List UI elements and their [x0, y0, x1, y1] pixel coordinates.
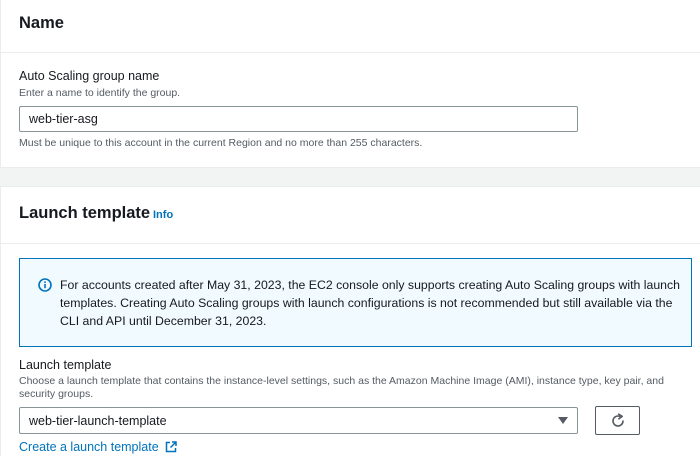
launch-template-label: Launch template	[19, 358, 112, 372]
asg-name-constraint: Must be unique to this account in the cu…	[19, 137, 423, 149]
create-launch-template-label: Create a launch template	[19, 440, 159, 454]
launch-template-select[interactable]: web-tier-launch-template	[19, 407, 578, 434]
refresh-button[interactable]	[595, 406, 640, 435]
external-link-icon	[165, 441, 177, 453]
launch-template-panel-header: Launch template Info	[1, 187, 700, 244]
asg-name-description: Enter a name to identify the group.	[19, 87, 181, 99]
launch-template-selected-value: web-tier-launch-template	[29, 414, 167, 428]
info-alert: For accounts created after May 31, 2023,…	[19, 258, 692, 347]
name-panel: Name Auto Scaling group name Enter a nam…	[0, 0, 700, 168]
name-section-title: Name	[19, 14, 64, 32]
refresh-icon	[612, 413, 624, 427]
launch-template-description: Choose a launch template that contains t…	[19, 375, 664, 400]
alert-message: For accounts created after May 31, 2023,…	[60, 278, 680, 328]
asg-name-label: Auto Scaling group name	[19, 69, 160, 83]
launch-template-panel: Launch template Info For accounts create…	[0, 186, 700, 456]
asg-name-input[interactable]	[19, 106, 578, 132]
info-circle-icon	[38, 278, 52, 292]
caret-down-icon	[558, 417, 568, 424]
launch-template-section-title: Launch template	[19, 204, 151, 222]
name-panel-header: Name	[1, 0, 700, 53]
info-link[interactable]: Info	[153, 209, 173, 221]
create-launch-template-link[interactable]: Create a launch template	[19, 440, 177, 454]
